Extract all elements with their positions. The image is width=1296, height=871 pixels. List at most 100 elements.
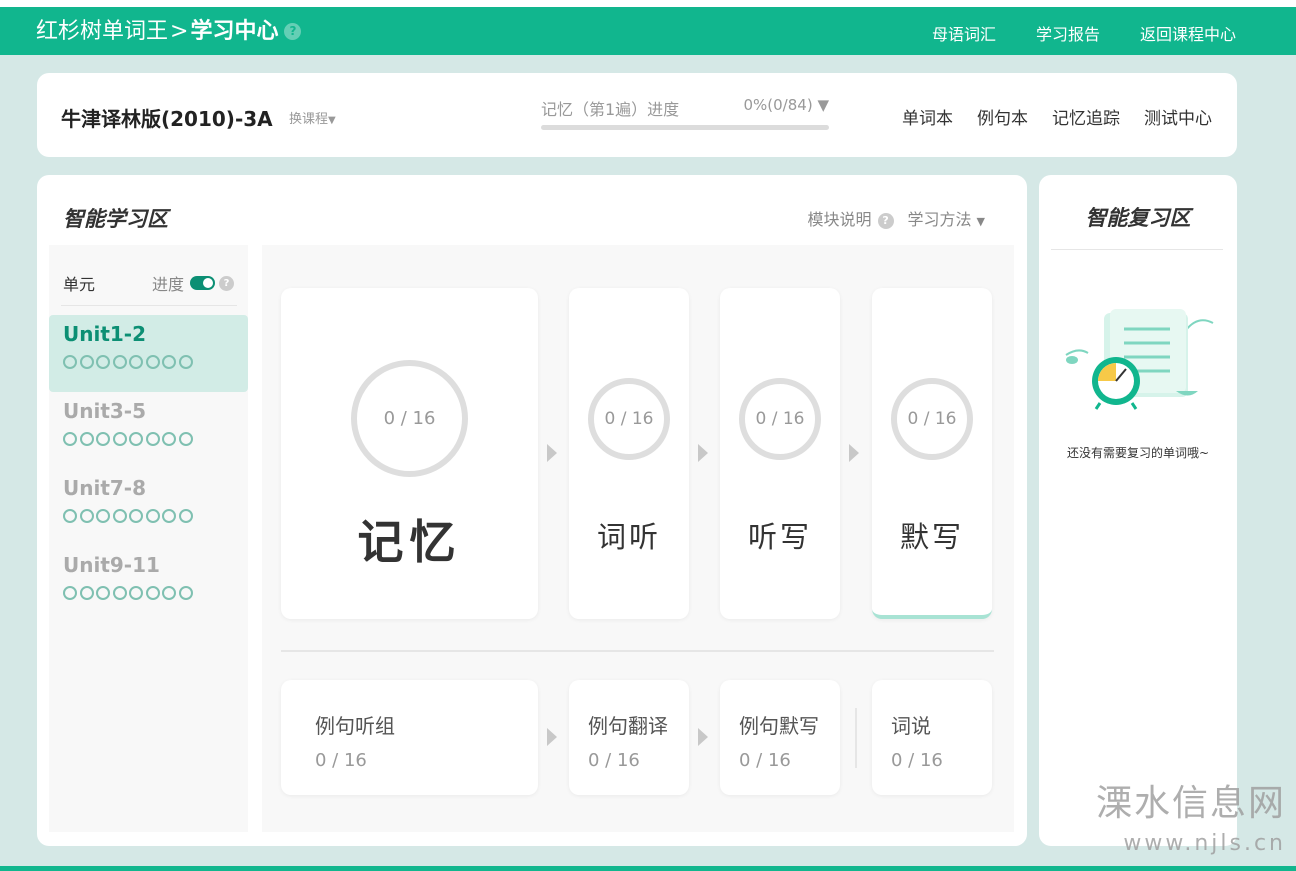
question-icon[interactable]: ? (219, 275, 234, 291)
progress-dot (112, 355, 127, 369)
progress-dot (112, 586, 127, 600)
nav-native-vocab[interactable]: 母语词汇 (932, 21, 996, 45)
progress-dot (178, 432, 193, 446)
unit-name: Unit3-5 (63, 399, 147, 423)
link-word-book[interactable]: 单词本 (902, 104, 953, 129)
breadcrumb-separator: > (170, 19, 189, 44)
unit-item-unit9-11[interactable]: Unit9-11 (49, 546, 248, 623)
module-count: 0 / 16 (383, 408, 436, 429)
progress-dot (178, 509, 193, 523)
module-name: 词听 (596, 520, 661, 554)
watermark-url: www.njls.cn (1123, 831, 1286, 856)
module-count: 0 / 16 (739, 750, 791, 771)
study-zone-title: 智能学习区 (63, 207, 168, 231)
unit-item-unit7-8[interactable]: Unit7-8 (49, 469, 248, 546)
module-sentence-translate[interactable]: 例句翻译 0 / 16 (569, 680, 689, 795)
study-method-label: 学习方法 (907, 210, 972, 229)
progress-dot (96, 355, 110, 369)
progress-value-text: 0%(0/84) (743, 96, 813, 114)
progress-dot (112, 432, 127, 446)
unit-progress-dots (63, 355, 234, 369)
question-icon: ? (877, 213, 894, 229)
review-empty-message: 还没有需要复习的单词哦~ (1066, 446, 1210, 460)
progress-ring: 0 / 16 (891, 378, 973, 460)
module-name: 听写 (747, 520, 812, 554)
module-sentence-dictation[interactable]: 例句默写 0 / 16 (720, 680, 840, 795)
module-count: 0 / 16 (604, 409, 654, 429)
unit-progress-dots (63, 509, 234, 523)
progress-toggle[interactable] (190, 276, 215, 290)
unit-list: Unit1-2 Unit3-5 Unit7-8 Unit9-11 (49, 315, 248, 623)
module-name: 默写 (899, 520, 964, 554)
module-area: 0 / 16 记忆 0 / 16 词听 0 / 16 听写 0 / 16 默写 … (262, 245, 1014, 832)
progress-toggle-group: 进度 ? (152, 271, 234, 295)
progress-dot (162, 509, 176, 523)
module-name: 记忆 (357, 515, 462, 569)
unit-name: Unit7-8 (63, 476, 147, 500)
progress-dot (162, 355, 176, 369)
module-count: 0 / 16 (315, 750, 367, 771)
progress-dot (96, 586, 110, 600)
progress-dot (162, 586, 176, 600)
progress-ring: 0 / 16 (588, 378, 670, 460)
breadcrumb: 红杉树单词王>学习中心? (36, 18, 302, 46)
progress-dot (63, 432, 77, 446)
progress-track (541, 125, 829, 130)
help-icon[interactable]: ? (284, 23, 302, 40)
unit-item-unit3-5[interactable]: Unit3-5 (49, 392, 248, 469)
bottom-bar (0, 866, 1296, 871)
brand-name[interactable]: 红杉树单词王 (36, 19, 168, 44)
watermark: 溧水信息网 www.njls.cn (1096, 783, 1286, 859)
nav-back-to-courses[interactable]: 返回课程中心 (1140, 21, 1236, 45)
module-sentence-listen[interactable]: 例句听组 0 / 16 (281, 680, 538, 795)
caret-down-icon: ▼ (328, 115, 336, 126)
module-word-speak[interactable]: 词说 0 / 16 (872, 680, 992, 795)
progress-dot (145, 586, 160, 600)
unit-progress-dots (63, 432, 234, 446)
module-word-listen[interactable]: 0 / 16 词听 (569, 288, 689, 619)
course-links: 单词本 例句本 记忆追踪 测试中心 (902, 104, 1212, 129)
caret-down-icon: ▼ (976, 215, 985, 228)
progress-dot (129, 432, 143, 446)
divider (281, 650, 994, 652)
progress-toggle-label: 进度 (151, 275, 184, 294)
progress-dot (145, 432, 160, 446)
progress-dot (145, 509, 160, 523)
progress-dot (129, 586, 143, 600)
progress-dot (178, 586, 193, 600)
study-method-dropdown[interactable]: 学习方法 ▼ (908, 206, 985, 230)
chevron-right-icon (698, 728, 708, 746)
progress-ring: 0 / 16 (351, 360, 468, 477)
nav-study-report[interactable]: 学习报告 (1036, 21, 1100, 45)
switch-course-label: 换课程 (289, 112, 329, 127)
unit-item-unit1-2[interactable]: Unit1-2 (49, 315, 248, 392)
progress-dot (79, 432, 94, 446)
units-header: 单元 (63, 275, 96, 294)
switch-course-button[interactable]: 换课程▼ (289, 108, 336, 127)
unit-progress-dots (63, 586, 234, 600)
chevron-right-icon (849, 444, 859, 462)
progress-dot (178, 355, 193, 369)
progress-dot (96, 509, 110, 523)
progress-dot (79, 509, 94, 523)
link-memory-tracking[interactable]: 记忆追踪 (1052, 104, 1120, 129)
progress-dot (79, 355, 94, 369)
divider (1051, 249, 1223, 250)
module-help-button[interactable]: 模块说明? (808, 206, 894, 230)
module-name: 例句听组 (315, 714, 395, 738)
chevron-right-icon (547, 444, 557, 462)
link-test-center[interactable]: 测试中心 (1144, 104, 1212, 129)
course-title: 牛津译林版(2010)-3A (61, 107, 273, 131)
module-memory[interactable]: 0 / 16 记忆 (281, 288, 538, 619)
top-strip (0, 0, 1296, 7)
empty-review-illustration (1065, 309, 1214, 410)
module-dictation[interactable]: 0 / 16 听写 (720, 288, 840, 619)
module-count: 0 / 16 (907, 409, 957, 429)
module-silent-write[interactable]: 0 / 16 默写 (872, 288, 992, 619)
chevron-right-icon (547, 728, 557, 746)
link-sentence-book[interactable]: 例句本 (977, 104, 1028, 129)
progress-dot (96, 432, 110, 446)
module-name: 例句默写 (739, 714, 819, 738)
progress-dot (63, 355, 77, 369)
top-navbar: 红杉树单词王>学习中心? 母语词汇 学习报告 返回课程中心 (0, 7, 1296, 55)
